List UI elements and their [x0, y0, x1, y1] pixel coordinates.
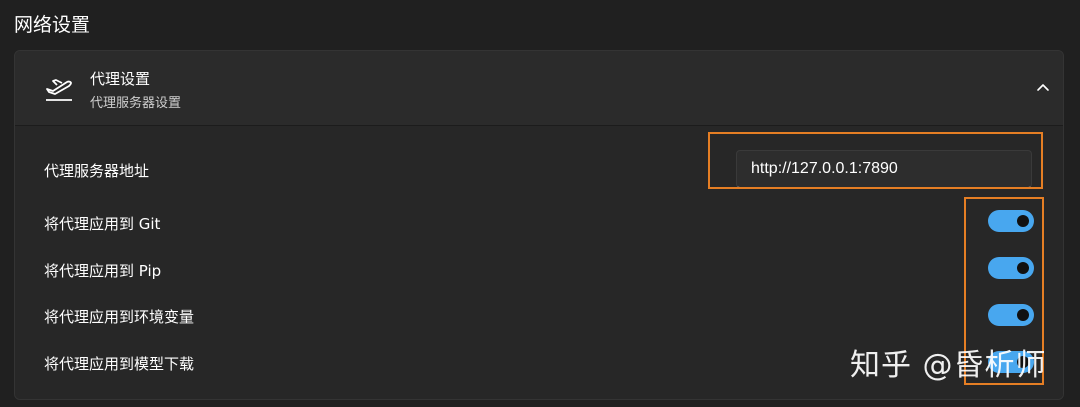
apply-proxy-git-toggle[interactable]	[988, 210, 1034, 232]
proxy-settings-card: 代理设置 代理服务器设置 代理服务器地址 将代理应用到 Git 将代理应用到 P…	[14, 50, 1064, 400]
toggle-knob	[1017, 356, 1029, 368]
proxy-settings-title: 代理设置	[90, 70, 151, 88]
toggle-knob	[1017, 309, 1029, 321]
apply-proxy-model-download-toggle[interactable]	[988, 351, 1034, 373]
proxy-settings-header[interactable]: 代理设置 代理服务器设置	[15, 51, 1063, 126]
apply-proxy-env-toggle[interactable]	[988, 304, 1034, 326]
section-title: 网络设置	[14, 14, 91, 36]
apply-proxy-model-download-label: 将代理应用到模型下载	[44, 355, 195, 373]
airplane-takeoff-icon	[46, 79, 72, 101]
apply-proxy-pip-label: 将代理应用到 Pip	[44, 262, 162, 280]
chevron-up-icon[interactable]	[1034, 79, 1052, 97]
apply-proxy-git-label: 将代理应用到 Git	[44, 215, 161, 233]
proxy-settings-subtitle: 代理服务器设置	[90, 96, 182, 111]
toggle-knob	[1017, 262, 1029, 274]
apply-proxy-pip-toggle[interactable]	[988, 257, 1034, 279]
apply-proxy-env-label: 将代理应用到环境变量	[44, 308, 195, 326]
proxy-server-address-label: 代理服务器地址	[44, 162, 150, 180]
toggle-knob	[1017, 215, 1029, 227]
proxy-server-address-input[interactable]	[736, 150, 1032, 188]
